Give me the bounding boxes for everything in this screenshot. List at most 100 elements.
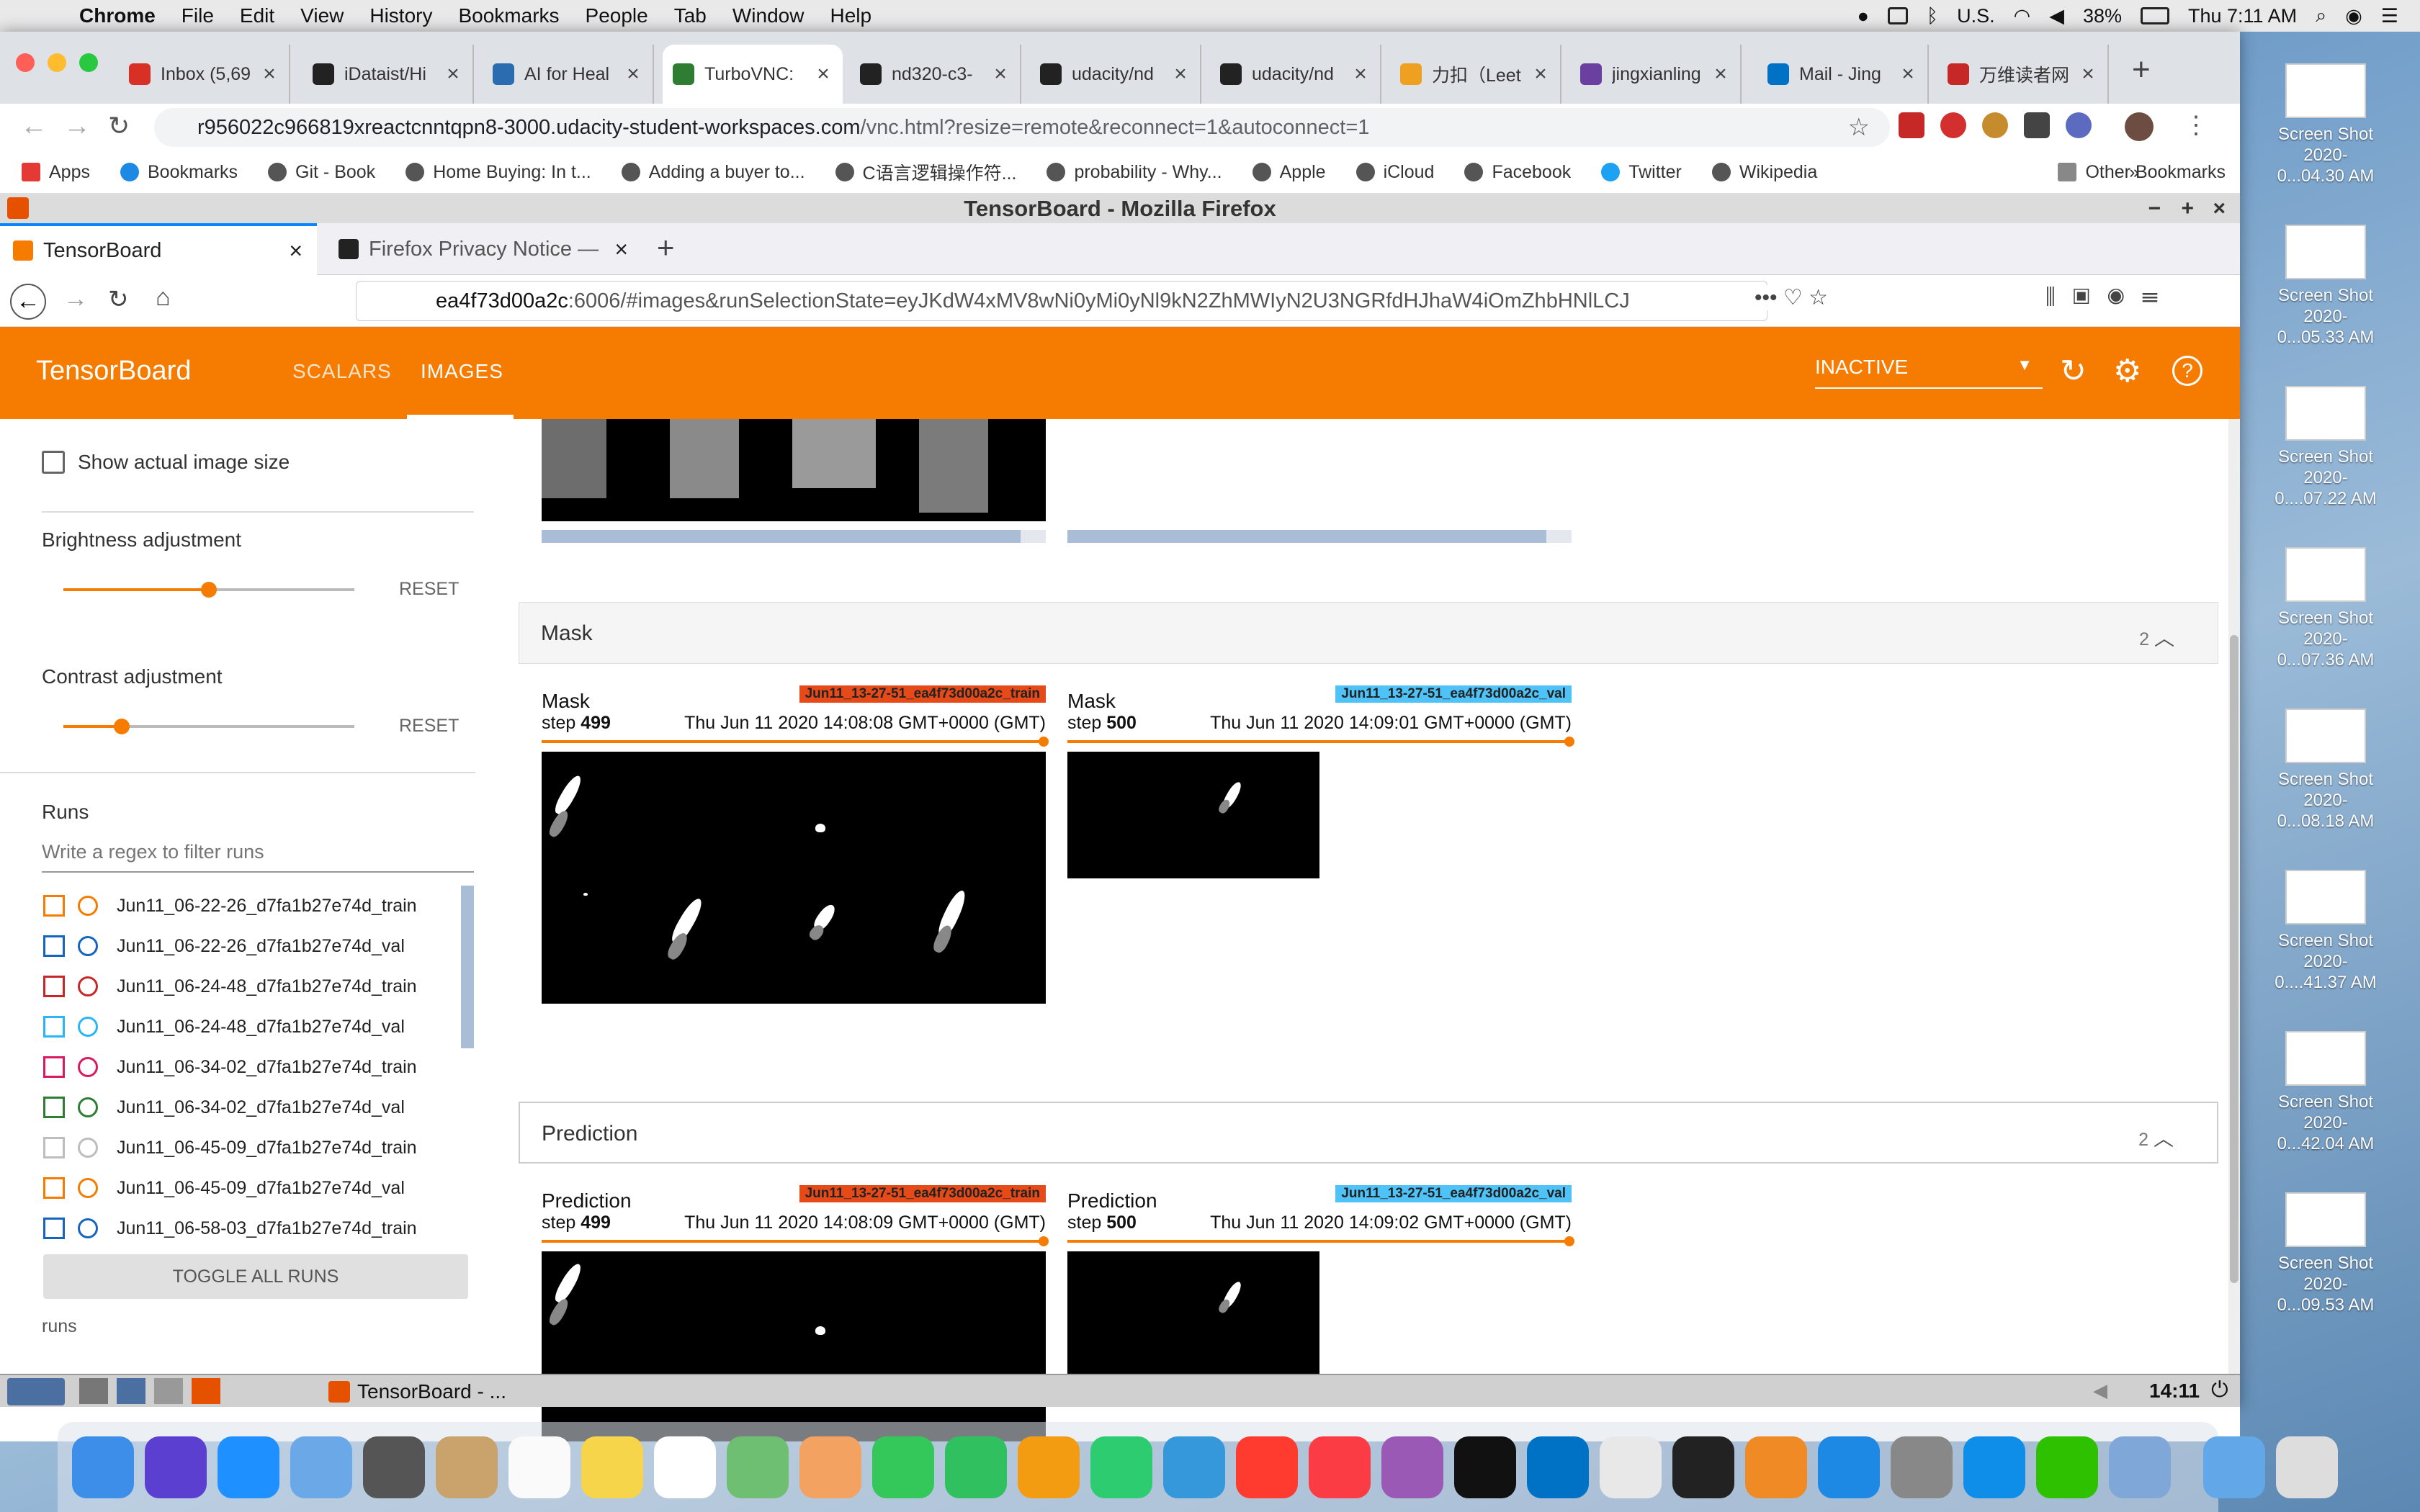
other-bookmarks[interactable]: Other Bookmarks (2058, 162, 2226, 183)
ff-tab-tensorboard[interactable]: TensorBoard × (0, 223, 317, 275)
chrome-tab[interactable]: Inbox (5,69 × (119, 45, 290, 104)
run-color-radio[interactable] (78, 1178, 98, 1198)
yab-extension-icon[interactable] (1940, 112, 1966, 138)
desktop-screenshot-file[interactable]: Screen Shot 2020-0...42.04 AM (2272, 1031, 2380, 1154)
new-tab-button[interactable]: + (2132, 52, 2151, 88)
tab-close-icon[interactable]: × (812, 62, 834, 86)
mask-pane-header[interactable]: Mask 2 ︿ (519, 602, 2218, 664)
chrome-tab[interactable]: 万维读者网 × (1937, 45, 2109, 104)
run-row[interactable]: Jun11_06-24-48_d7fa1b27e74d_val (43, 1007, 405, 1047)
ff-reload-icon[interactable]: ↻ (108, 285, 129, 314)
firefox-launcher-icon[interactable] (192, 1378, 220, 1404)
notification-center-icon[interactable]: ☰ (2381, 5, 2398, 27)
run-color-radio[interactable] (78, 1138, 98, 1158)
profile-avatar[interactable] (2125, 112, 2154, 141)
ff-maximize-icon[interactable]: + (2181, 194, 2194, 223)
tab-close-icon[interactable]: × (1710, 62, 1731, 86)
menu-app-name[interactable]: Chrome (79, 4, 156, 27)
page-scrollbar[interactable] (2228, 419, 2240, 1407)
ff-tab-close-icon[interactable]: × (614, 236, 628, 263)
step-slider[interactable] (1067, 740, 1572, 743)
ff-page-actions-icon[interactable]: ••• ♡ ☆ (1750, 285, 1828, 310)
chrome-tab[interactable]: udacity/nd × (1210, 45, 1381, 104)
terminal-launcher-icon[interactable] (79, 1378, 108, 1404)
settings-gear-icon[interactable]: ⚙ (2113, 353, 2141, 390)
run-checkbox[interactable] (43, 1016, 65, 1038)
volume-icon[interactable]: ◀ (2049, 5, 2064, 27)
vnc-power-icon[interactable]: ⏻ (2211, 1378, 2228, 1403)
file-launcher-icon[interactable] (117, 1378, 145, 1404)
menu-help[interactable]: Help (830, 4, 871, 27)
ff-tab-privacy[interactable]: Firefox Privacy Notice — × (326, 223, 642, 275)
downloads-folder-icon[interactable] (2203, 1436, 2265, 1498)
toggle-all-runs-button[interactable]: TOGGLE ALL RUNS (43, 1254, 468, 1299)
chrome-tab[interactable]: jingxianling × (1570, 45, 1742, 104)
checkbox[interactable] (42, 451, 65, 474)
run-color-radio[interactable] (78, 1097, 98, 1117)
chrome-menu-icon[interactable]: ⋮ (2184, 112, 2208, 141)
apple-menu-icon[interactable] (29, 5, 50, 27)
forward-icon[interactable]: → (63, 111, 91, 142)
run-checkbox[interactable] (43, 1056, 65, 1078)
chrome-tab[interactable]: iDataist/Hi × (302, 45, 474, 104)
h-extension-icon[interactable] (2024, 112, 2050, 138)
pdf-extension-icon[interactable] (1899, 112, 1924, 138)
step-slider[interactable] (542, 1240, 1046, 1243)
bookmark-git-book[interactable]: Git - Book (268, 162, 375, 183)
window-launcher-icon[interactable] (154, 1378, 183, 1404)
chrome-tab[interactable]: AI for Heal × (483, 45, 654, 104)
numbers-icon[interactable] (1090, 1436, 1152, 1498)
ff-close-icon[interactable]: × (2213, 194, 2226, 223)
run-checkbox[interactable] (43, 976, 65, 997)
chrome-tab[interactable]: Mail - Jing × (1757, 45, 1929, 104)
desktop-screenshot-file[interactable]: Screen Shot 2020-0...08.18 AM (2272, 708, 2380, 832)
reload-icon[interactable]: ↻ (108, 111, 130, 141)
brightness-slider-knob[interactable] (201, 582, 217, 598)
wifi-icon[interactable]: ◠ (2014, 5, 2031, 27)
wechat-status-icon[interactable]: ● (1857, 5, 1869, 27)
desktop-screenshot-file[interactable]: Screen Shot 2020-0...05.33 AM (2272, 225, 2380, 348)
mail-icon[interactable] (290, 1436, 352, 1498)
vnc-volume-icon[interactable]: ◀ (2093, 1380, 2107, 1402)
chrome-icon[interactable] (1600, 1436, 1662, 1498)
calendar-icon[interactable] (508, 1436, 570, 1498)
run-row[interactable]: Jun11_06-24-48_d7fa1b27e74d_train (43, 966, 417, 1007)
minimize-window-button[interactable] (48, 53, 66, 72)
run-color-radio[interactable] (78, 1218, 98, 1238)
maps-icon[interactable] (727, 1436, 789, 1498)
tab-images[interactable]: IMAGES (421, 360, 503, 383)
music-icon[interactable] (1309, 1436, 1371, 1498)
tab-close-icon[interactable]: × (622, 62, 644, 86)
menu-bookmarks[interactable]: Bookmarks (458, 4, 559, 27)
trash-icon[interactable] (2276, 1436, 2338, 1498)
vnc-start-button[interactable] (7, 1378, 65, 1405)
input-source[interactable]: U.S. (1957, 5, 1995, 27)
step-slider-knob[interactable] (1564, 737, 1574, 747)
run-checkbox[interactable] (43, 895, 65, 917)
tab-close-icon[interactable]: × (259, 62, 280, 86)
chrome-tab[interactable]: udacity/nd × (1030, 45, 1201, 104)
menu-history[interactable]: History (369, 4, 432, 27)
vnc-task-firefox[interactable]: TensorBoard - ... (328, 1378, 506, 1405)
contrast-reset-button[interactable]: RESET (399, 716, 459, 737)
desktop-screenshot-file[interactable]: Screen Shot 2020-0...09.53 AM (2272, 1192, 2380, 1315)
run-filter-input[interactable] (42, 832, 474, 873)
apple-tv-icon[interactable] (1454, 1436, 1516, 1498)
menu-file[interactable]: File (182, 4, 214, 27)
back-icon[interactable]: ← (20, 111, 48, 142)
app-store-icon[interactable] (1818, 1436, 1880, 1498)
desktop-screenshot-file[interactable]: Screen Shot 2020-0...04.30 AM (2272, 63, 2380, 186)
airplay-icon[interactable] (1887, 7, 1908, 24)
notes-icon[interactable] (581, 1436, 643, 1498)
pages-icon[interactable] (1018, 1436, 1080, 1498)
menu-edit[interactable]: Edit (240, 4, 274, 27)
run-color-radio[interactable] (78, 976, 98, 996)
zoom-window-button[interactable] (79, 53, 98, 72)
run-row[interactable]: Jun11_06-34-02_d7fa1b27e74d_val (43, 1087, 405, 1128)
run-color-radio[interactable] (78, 1057, 98, 1077)
run-color-radio[interactable] (78, 896, 98, 916)
tab-close-icon[interactable]: × (1530, 62, 1551, 86)
siri-icon[interactable]: ◉ (2345, 5, 2362, 27)
chrome-tab[interactable]: nd320-c3- × (850, 45, 1021, 104)
tab-close-icon[interactable]: × (990, 62, 1011, 86)
